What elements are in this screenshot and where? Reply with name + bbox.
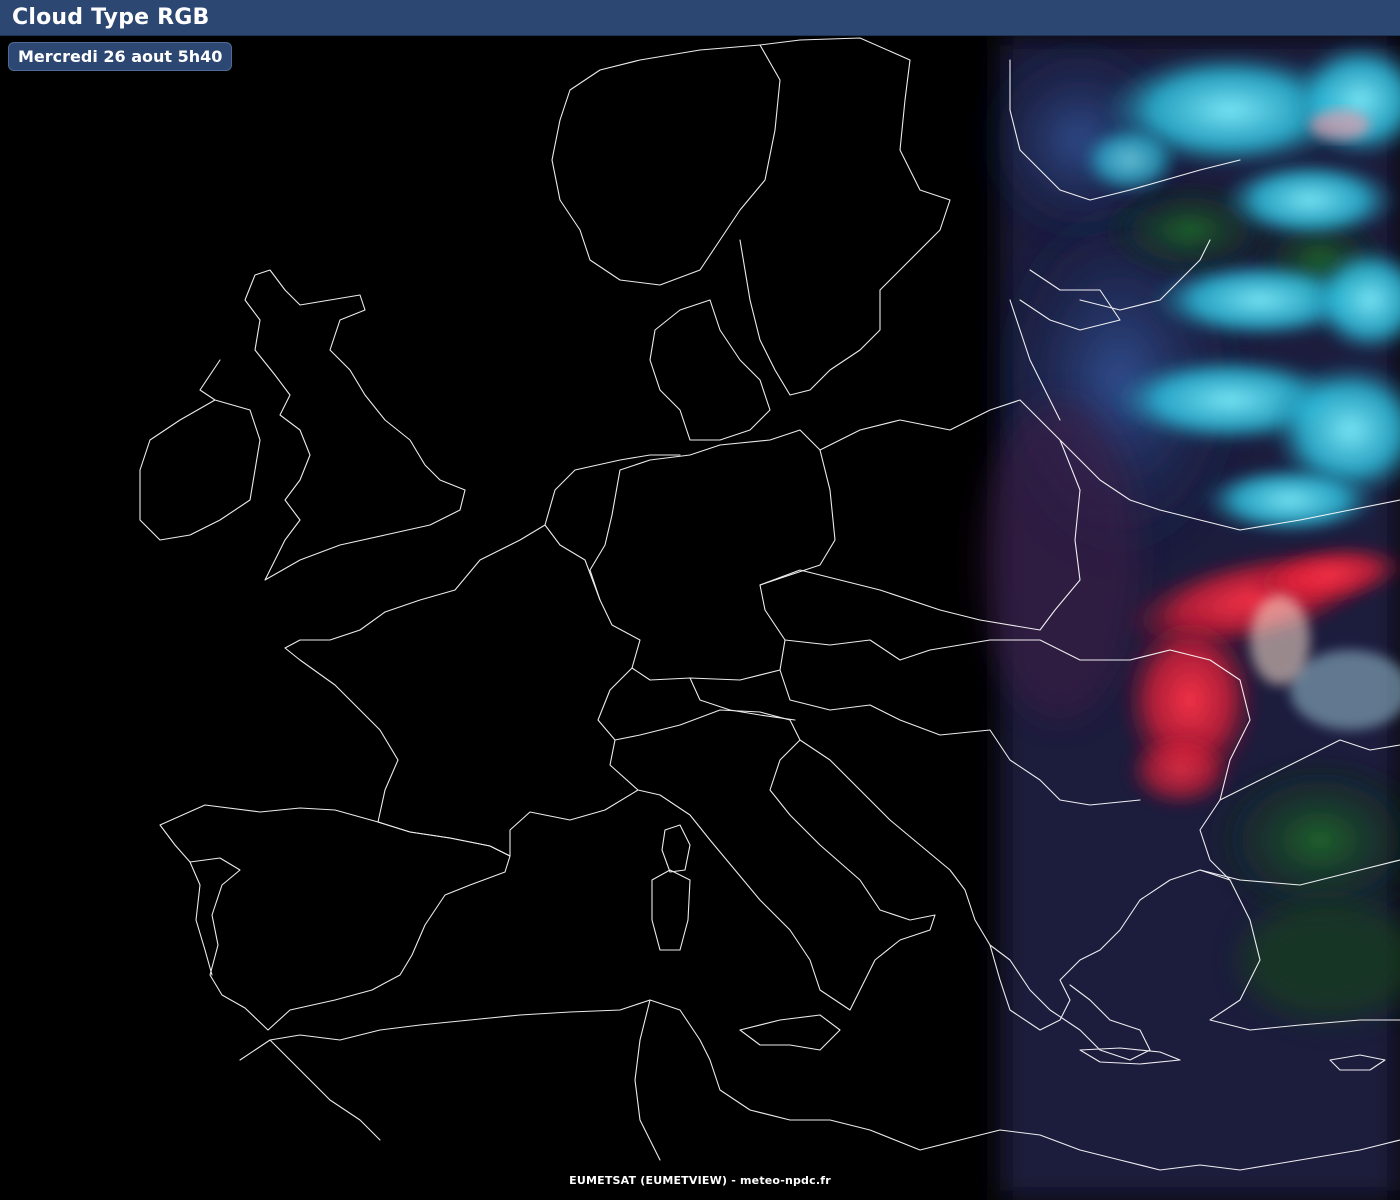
satellite-map[interactable]: [0, 36, 1400, 1200]
credit-text: EUMETSAT (EUMETVIEW) - meteo-npdc.fr: [569, 1174, 831, 1187]
title-bar: Cloud Type RGB: [0, 0, 1400, 36]
timestamp-badge: Mercredi 26 aout 5h40: [8, 42, 233, 71]
product-title: Cloud Type RGB: [12, 5, 210, 30]
satellite-viewer: Cloud Type RGB Mercredi 26 aout 5h40 EUM…: [0, 0, 1400, 1200]
cloud-field: [0, 36, 1400, 1200]
